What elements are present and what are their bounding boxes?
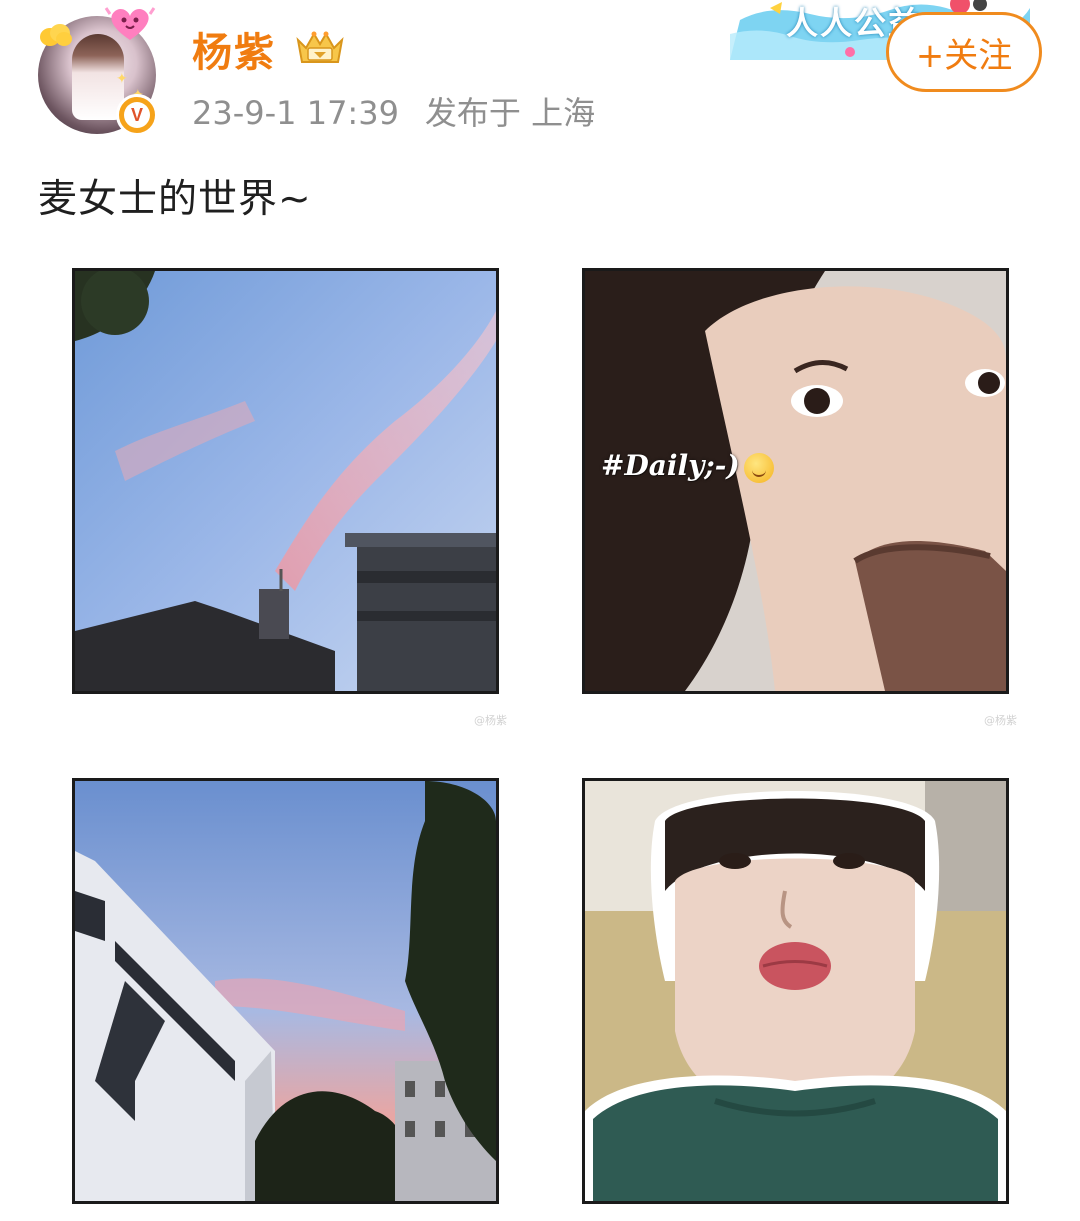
daily-sticker-text: #Daily;-) bbox=[601, 449, 740, 482]
post-meta: 23-9-1 17:39 发布于 上海 bbox=[192, 88, 595, 134]
photo-sunset-sky-2[interactable] bbox=[72, 778, 499, 1204]
crown-member-icon bbox=[296, 31, 344, 63]
photo-sunset-sky-1[interactable] bbox=[72, 268, 499, 694]
daily-sticker: #Daily;-) bbox=[601, 449, 774, 483]
image-watermark: @杨紫 bbox=[474, 714, 507, 727]
pink-heart-mascot-icon bbox=[104, 7, 156, 40]
verified-icon: V bbox=[124, 102, 150, 128]
post-location: 发布于 上海 bbox=[424, 94, 596, 132]
post-text: 麦女士的世界~ bbox=[38, 177, 312, 222]
photo-selfie-ice-cream[interactable]: #Daily;-) bbox=[582, 268, 1009, 694]
photo-selfie-pout[interactable] bbox=[582, 778, 1009, 1204]
post-date: 23-9-1 17:39 bbox=[192, 94, 399, 132]
sunset-sky-image bbox=[75, 781, 496, 1201]
cloud-heart-icon bbox=[40, 24, 72, 46]
sunset-sky-image bbox=[75, 271, 496, 691]
follow-button[interactable]: +关注 bbox=[886, 12, 1042, 92]
image-watermark: @杨紫 bbox=[984, 714, 1017, 727]
sparkle-icon: ✦ bbox=[116, 71, 128, 87]
selfie-image bbox=[585, 781, 1006, 1201]
verified-badge: V bbox=[116, 94, 158, 136]
smile-emoji-icon bbox=[743, 452, 774, 483]
author-name[interactable]: 杨紫 bbox=[192, 20, 276, 78]
